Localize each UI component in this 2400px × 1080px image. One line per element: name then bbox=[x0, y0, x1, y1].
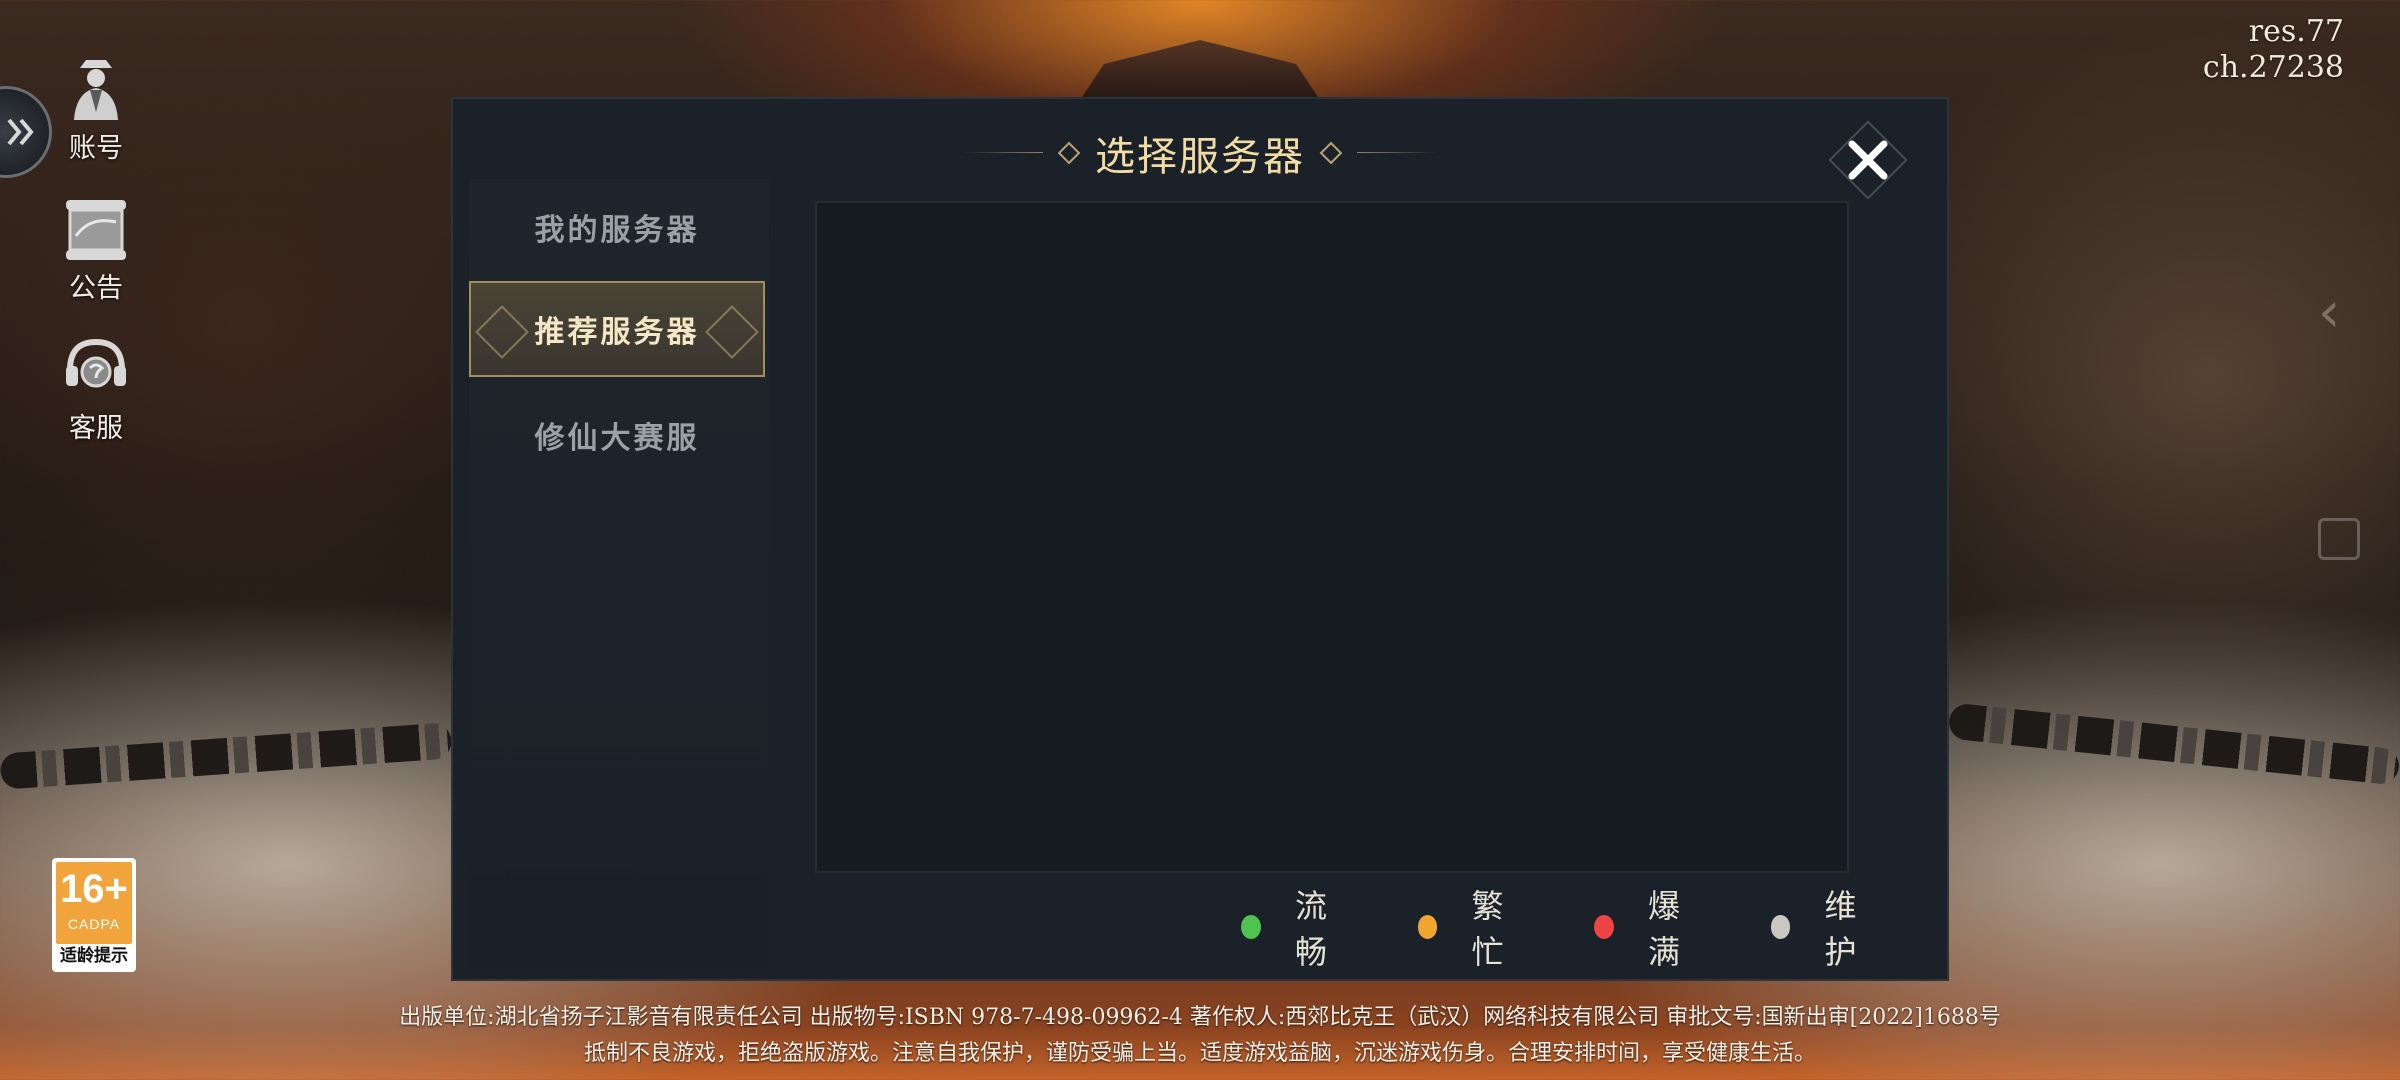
side-menu-toggle[interactable] bbox=[0, 86, 52, 178]
title-diamond-right-icon bbox=[1319, 141, 1343, 164]
status-dot-full bbox=[1594, 915, 1614, 939]
dialog-title-bar: 选择服务器 bbox=[453, 117, 1947, 182]
age-rating-top: 16+ CADPA bbox=[56, 862, 132, 944]
status-dot-maintenance bbox=[1770, 915, 1791, 939]
server-tab-column: 我的服务器 推荐服务器 修仙大赛服 bbox=[469, 179, 769, 969]
legend-item-maintenance: 维护 bbox=[1770, 881, 1922, 973]
headset-icon bbox=[66, 338, 126, 388]
tab-my-servers[interactable]: 我的服务器 bbox=[469, 179, 765, 275]
legend-item-full: 爆满 bbox=[1594, 881, 1745, 973]
account-label: 账号 bbox=[69, 133, 123, 164]
health-gaming-advice: 抵制不良游戏，拒绝盗版游戏。注意自我保护，谨防受骗上当。适度游戏益脑，沉迷游戏伤… bbox=[583, 1041, 1816, 1066]
close-icon bbox=[1848, 140, 1888, 180]
res-version: res.77 bbox=[2248, 14, 2344, 49]
legend-item-smooth: 流畅 bbox=[1241, 881, 1392, 973]
tab-tournament-servers[interactable]: 修仙大赛服 bbox=[469, 387, 765, 483]
title-ornament-line-right bbox=[1357, 152, 1437, 153]
title-diamond-left-icon bbox=[1057, 141, 1081, 164]
dialog-title: 选择服务器 bbox=[1095, 133, 1305, 180]
notice-label: 公告 bbox=[69, 273, 123, 304]
account-icon bbox=[74, 60, 118, 120]
title-ornament-line-left bbox=[963, 152, 1043, 153]
legend-label: 爆满 bbox=[1647, 887, 1682, 971]
server-list-panel[interactable] bbox=[815, 201, 1849, 873]
scroll-notice-icon bbox=[66, 200, 126, 260]
account-button[interactable]: 账号 bbox=[56, 52, 136, 165]
tab-label: 推荐服务器 bbox=[534, 315, 700, 350]
background-pavilion-roof bbox=[1080, 40, 1320, 100]
background-chain-right bbox=[1947, 702, 2400, 786]
tab-recommended-servers[interactable]: 推荐服务器 bbox=[469, 281, 765, 377]
server-status-legend: 流畅 繁忙 爆满 维护 bbox=[1241, 887, 1947, 971]
age-rating-tip: 适龄提示 bbox=[60, 946, 128, 966]
close-button[interactable] bbox=[1843, 135, 1893, 185]
legend-item-busy: 繁忙 bbox=[1417, 881, 1569, 973]
customer-service-button[interactable]: 客服 bbox=[56, 334, 136, 445]
legend-label: 流畅 bbox=[1294, 887, 1329, 971]
service-label: 客服 bbox=[69, 413, 123, 444]
notice-button[interactable]: 公告 bbox=[56, 196, 136, 305]
legend-label: 维护 bbox=[1824, 887, 1859, 971]
double-chevron-right-icon bbox=[7, 118, 34, 146]
tab-label: 我的服务器 bbox=[534, 213, 700, 248]
tab-label: 修仙大赛服 bbox=[534, 421, 700, 456]
age-rating-badge[interactable]: 16+ CADPA 适龄提示 bbox=[52, 858, 136, 972]
age-rating-number: 16+ bbox=[60, 867, 128, 911]
publication-info: 出版单位:湖北省扬子江影音有限责任公司 出版物号:ISBN 978-7-498-… bbox=[399, 1005, 2001, 1030]
legend-label: 繁忙 bbox=[1471, 887, 1506, 971]
status-dot-smooth bbox=[1241, 915, 1261, 939]
select-server-dialog: 选择服务器 我的服务器 推荐服务器 修仙大赛服 流畅 繁忙 爆满 维护 bbox=[451, 97, 1949, 981]
background-chain-left bbox=[0, 722, 453, 790]
status-dot-busy bbox=[1417, 915, 1438, 939]
age-rating-org: CADPA bbox=[67, 916, 121, 932]
version-info: res.77 ch.27238 bbox=[2203, 14, 2344, 86]
channel-version: ch.27238 bbox=[2202, 50, 2344, 85]
legal-notice: 出版单位:湖北省扬子江影音有限责任公司 出版物号:ISBN 978-7-498-… bbox=[0, 1000, 2400, 1072]
square-icon[interactable] bbox=[2318, 518, 2360, 560]
back-chevron-icon[interactable]: ‹ bbox=[2318, 280, 2340, 345]
